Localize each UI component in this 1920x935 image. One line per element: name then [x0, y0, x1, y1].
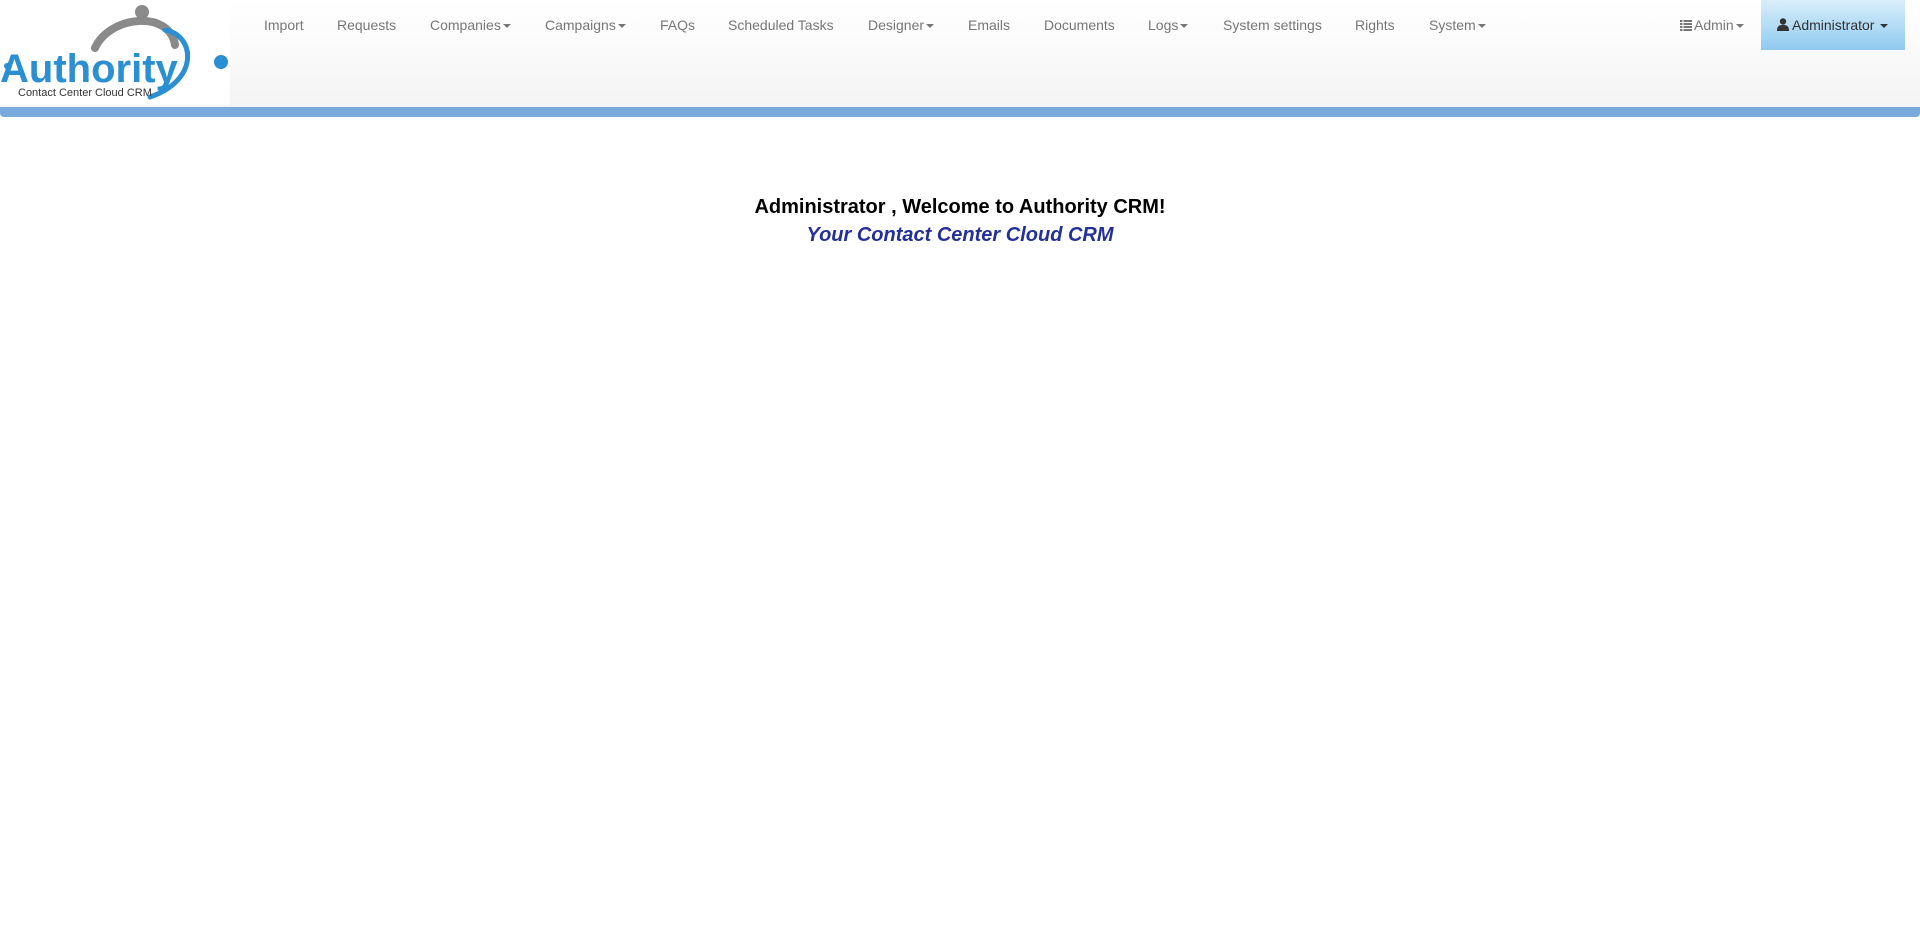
nav-item-emails[interactable]: Emails: [968, 17, 1010, 33]
caret-down-icon: [1735, 24, 1744, 29]
nav-item-import[interactable]: Import: [264, 17, 304, 33]
top-navbar: Authority Contact Center Cloud CRM Impor…: [0, 0, 1920, 107]
caret-down-icon: [926, 24, 935, 29]
nav-item-system[interactable]: System: [1429, 17, 1486, 33]
nav-item-system-settings[interactable]: System settings: [1223, 17, 1322, 33]
nav-item-scheduled-tasks[interactable]: Scheduled Tasks: [728, 17, 834, 33]
nav-item-rights[interactable]: Rights: [1355, 17, 1395, 33]
nav-item-label: Requests: [337, 17, 397, 33]
nav-item-designer[interactable]: Designer: [868, 17, 935, 33]
logo-graphic: Authority Contact Center Cloud CRM: [0, 5, 228, 100]
nav-item-label: Designer: [868, 17, 925, 33]
welcome-heading: Administrator , Welcome to Authority CRM…: [754, 196, 1166, 218]
nav-item-documents[interactable]: Documents: [1044, 17, 1115, 33]
admin-menu-label: Admin: [1694, 17, 1734, 33]
nav-item-label: Documents: [1044, 17, 1115, 33]
nav-item-faqs[interactable]: FAQs: [660, 17, 695, 33]
nav-item-label: Campaigns: [545, 17, 616, 33]
nav-item-campaigns[interactable]: Campaigns: [545, 17, 626, 33]
logo-brand-text: Authority: [0, 47, 179, 91]
nav-item-label: Emails: [968, 17, 1011, 33]
nav-item-label: Logs: [1148, 17, 1179, 33]
list-icon: [1680, 20, 1692, 31]
nav-item-label: System settings: [1223, 17, 1322, 33]
nav-item-logs[interactable]: Logs: [1148, 17, 1189, 33]
user-menu-label: Administrator: [1792, 17, 1875, 33]
nav-item-label: Rights: [1355, 17, 1395, 33]
caret-down-icon: [502, 24, 511, 29]
caret-down-icon: [617, 24, 626, 29]
nav-item-label: FAQs: [660, 17, 696, 33]
user-icon: [1777, 18, 1789, 31]
nav-item-requests[interactable]: Requests: [337, 17, 396, 33]
caret-down-icon: [1880, 24, 1889, 29]
tagline-heading: Your Contact Center Cloud CRM: [806, 224, 1114, 246]
user-menu-button[interactable]: Administrator: [1761, 0, 1905, 50]
nav-accent-bar: [0, 107, 1920, 117]
nav-item-label: Import: [264, 17, 304, 33]
caret-down-icon: [1477, 24, 1486, 29]
admin-menu[interactable]: Admin: [1680, 17, 1744, 33]
authority-logo[interactable]: Authority Contact Center Cloud CRM: [0, 0, 230, 105]
caret-down-icon: [1180, 24, 1189, 29]
nav-item-label: System: [1429, 17, 1476, 33]
nav-item-label: Scheduled Tasks: [728, 17, 834, 33]
logo-sub-text: Contact Center Cloud CRM: [18, 87, 152, 99]
nav-item-label: Companies: [430, 17, 501, 33]
nav-item-companies[interactable]: Companies: [430, 17, 511, 33]
